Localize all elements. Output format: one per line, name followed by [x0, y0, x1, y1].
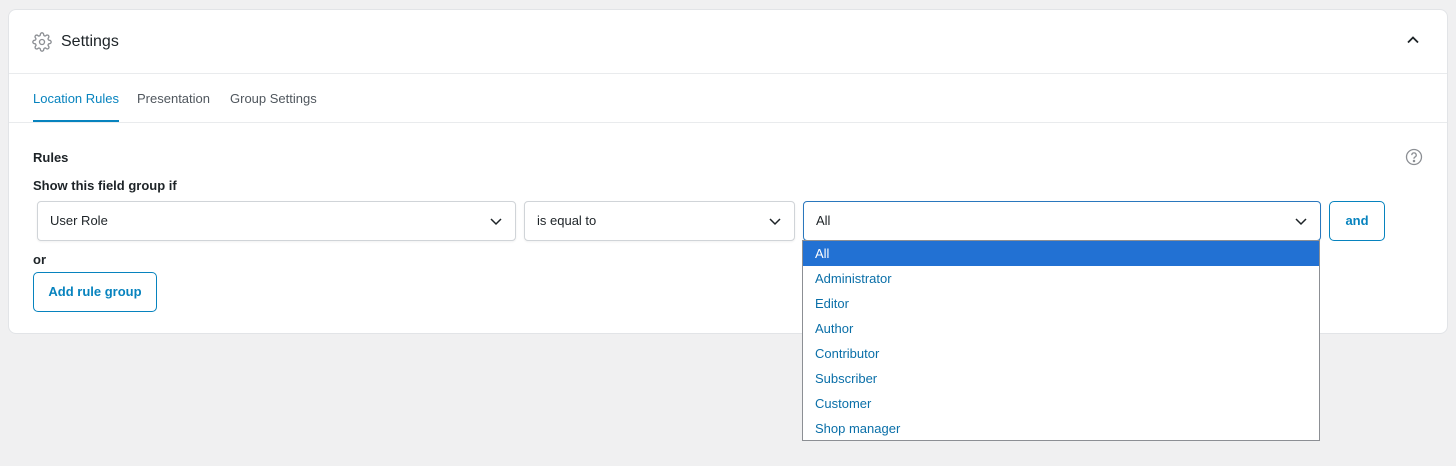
rule-operator-value: is equal to	[537, 213, 597, 228]
add-rule-group-button[interactable]: Add rule group	[33, 272, 157, 312]
tab-presentation[interactable]: Presentation	[137, 74, 210, 122]
rule-param-value: User Role	[50, 213, 108, 228]
chevron-up-icon[interactable]	[1405, 32, 1421, 48]
panel-header[interactable]: Settings	[9, 10, 1447, 74]
or-label: or	[33, 252, 46, 267]
and-button[interactable]: and	[1329, 201, 1385, 241]
dropdown-option-subscriber[interactable]: Subscriber	[803, 366, 1319, 391]
rules-heading: Rules	[33, 150, 69, 165]
rule-value-value: All	[816, 213, 831, 228]
dropdown-option-contributor[interactable]: Contributor	[803, 341, 1319, 366]
panel-title: Settings	[61, 33, 119, 50]
dropdown-option-shop-manager[interactable]: Shop manager	[803, 416, 1319, 441]
dropdown-option-author[interactable]: Author	[803, 316, 1319, 341]
dropdown-option-editor[interactable]: Editor	[803, 291, 1319, 316]
rule-param-select[interactable]: User Role	[37, 201, 516, 241]
chevron-down-icon	[769, 218, 781, 226]
tab-location-rules[interactable]: Location Rules	[33, 74, 119, 122]
rule-operator-select[interactable]: is equal to	[524, 201, 795, 241]
rule-value-select[interactable]: All	[803, 201, 1321, 241]
tab-bar: Location Rules Presentation Group Settin…	[9, 74, 1447, 123]
tab-group-settings[interactable]: Group Settings	[230, 74, 317, 122]
help-icon[interactable]	[1405, 148, 1423, 166]
dropdown-option-all[interactable]: All	[803, 241, 1319, 266]
show-if-label: Show this field group if	[33, 178, 177, 193]
dropdown-option-administrator[interactable]: Administrator	[803, 266, 1319, 291]
chevron-down-icon	[490, 218, 502, 226]
dropdown-option-customer[interactable]: Customer	[803, 391, 1319, 416]
chevron-down-icon	[1295, 218, 1307, 226]
rule-value-dropdown: All Administrator Editor Author Contribu…	[802, 240, 1320, 441]
gear-icon	[32, 32, 52, 52]
